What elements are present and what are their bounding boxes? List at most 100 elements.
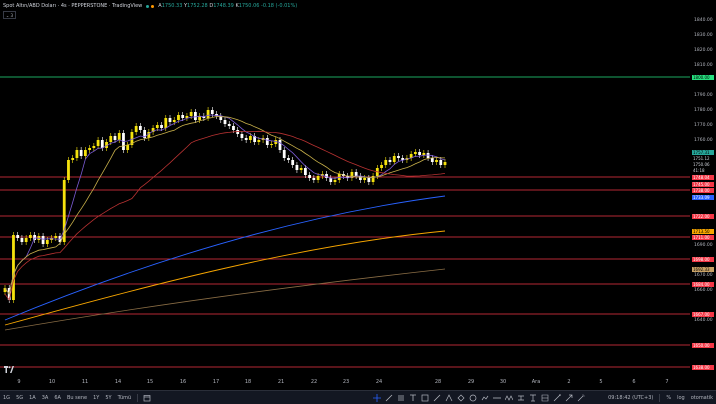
candle-body: [265, 138, 269, 145]
fib-retracement-icon[interactable]: [397, 393, 406, 402]
toolbar-divider: [659, 393, 661, 402]
date-range-group: 1G 5G 1A 3A 6A Bu sene 1Y 5Y Tümü: [0, 395, 134, 401]
price-level-label: 1692.33: [692, 266, 714, 272]
time-tick-label: 30: [499, 379, 507, 385]
price-level-label: 1711.00: [692, 234, 714, 240]
range-button-bu-sene[interactable]: Bu sene: [64, 395, 90, 401]
candle-body: [109, 136, 113, 142]
candle-body: [113, 136, 117, 140]
time-axis[interactable]: 9 10 11 14 15 16 17 18 21 22 23 24 28 29 30 Ara 2 5 6 7: [0, 378, 690, 390]
range-button-1y[interactable]: 1Y: [90, 395, 102, 401]
range-button-5y[interactable]: 5Y: [102, 395, 114, 401]
candle-body: [388, 160, 392, 162]
clock-time[interactable]: 09:18:42 (UTC+3): [605, 395, 656, 401]
candle-body: [384, 160, 388, 165]
candle-body: [380, 165, 383, 168]
candle-body: [354, 172, 358, 176]
candle-body: [278, 140, 282, 150]
candle-body: [134, 126, 138, 132]
candle-body: [126, 145, 130, 150]
candle-body: [75, 150, 79, 158]
range-button-1g[interactable]: 1G: [0, 395, 13, 401]
symbol-title[interactable]: Spot Altın/ABD Doları · 4s · PEPPERSTONE…: [3, 3, 142, 9]
measure-icon[interactable]: [517, 393, 526, 402]
zigzag-icon[interactable]: [505, 393, 514, 402]
candle-body: [92, 146, 96, 148]
time-tick-label: 16: [179, 379, 187, 385]
chart-pane[interactable]: Spot Altın/ABD Doları · 4s · PEPPERSTONE…: [0, 0, 690, 378]
candle-body: [88, 148, 92, 150]
candle-body: [232, 126, 235, 130]
auto-scale-button[interactable]: otomatik: [688, 395, 716, 401]
circle-icon[interactable]: [469, 393, 478, 402]
candle-body: [299, 168, 303, 170]
range-button-1a[interactable]: 1A: [26, 395, 39, 401]
magic-wand-icon[interactable]: [577, 393, 586, 402]
price-level-label: 41:18: [692, 167, 714, 173]
data-status-icon: [151, 4, 155, 8]
time-tick-label: 17: [212, 379, 220, 385]
long-position-icon[interactable]: [541, 393, 550, 402]
price-level-label: 1733.09: [692, 194, 714, 200]
text-tool-icon[interactable]: [409, 393, 418, 402]
price-level-label: 1713.50: [692, 228, 714, 234]
candle-body: [257, 140, 261, 142]
price-level-label: 1800.00: [692, 74, 714, 80]
candle-body: [240, 134, 244, 138]
range-button-6a[interactable]: 6A: [51, 395, 64, 401]
price-level-label: 1667.00: [692, 311, 714, 317]
calendar-icon[interactable]: [143, 393, 152, 402]
price-level-label: 1751.12: [692, 155, 714, 161]
time-tick-label: 24: [375, 379, 383, 385]
toolbar-right-group: 09:18:42 (UTC+3) % log otomatik: [605, 393, 716, 402]
candle-body: [24, 238, 28, 242]
candle-body: [439, 160, 443, 165]
range-button-3a[interactable]: 3A: [39, 395, 52, 401]
arrow-icon[interactable]: [565, 393, 574, 402]
text-note-icon[interactable]: [529, 393, 538, 402]
price-tick-label: 1790.00: [694, 93, 713, 98]
moving-average-line: [4, 195, 446, 321]
horizontal-line-icon[interactable]: [493, 393, 502, 402]
tradingview-logo-icon[interactable]: [4, 366, 14, 373]
candle-body: [181, 115, 185, 118]
candle-body: [367, 178, 371, 182]
candle-body: [270, 144, 273, 145]
price-axis[interactable]: 1840.00 1830.00 1820.00 1810.00 1790.00 1780.…: [690, 0, 716, 378]
candle-body: [79, 150, 83, 156]
candle-body: [168, 118, 172, 122]
candle-body: [392, 156, 396, 162]
path-icon[interactable]: [481, 393, 490, 402]
range-button-tümü[interactable]: Tümü: [115, 395, 135, 401]
range-button-5g[interactable]: 5G: [13, 395, 26, 401]
crosshair-icon[interactable]: [373, 393, 382, 402]
forecast-icon[interactable]: [553, 393, 562, 402]
candle-body: [397, 156, 400, 158]
time-tick-label: 10: [48, 379, 56, 385]
price-tick-label: 1840.00: [694, 18, 713, 23]
candle-body: [443, 162, 447, 165]
ohlc-values: A1750.33 Y1752.28 D1748.39 K1750.06 -0.1…: [158, 3, 298, 9]
candle-body: [16, 235, 20, 238]
candle-body: [291, 160, 295, 165]
candle-body: [333, 180, 337, 182]
candle-body: [54, 236, 58, 238]
diamond-icon[interactable]: [457, 393, 466, 402]
rectangle-icon[interactable]: [421, 393, 430, 402]
candlestick-chart[interactable]: [0, 0, 690, 378]
brush-icon[interactable]: [433, 393, 442, 402]
price-level-label: 1650.00: [692, 342, 714, 348]
percent-scale-button[interactable]: %: [663, 395, 674, 401]
time-tick-label: 28: [434, 379, 442, 385]
moving-average-line: [4, 230, 446, 326]
time-tick-label: 15: [146, 379, 154, 385]
trend-line-icon[interactable]: [385, 393, 394, 402]
log-scale-button[interactable]: log: [674, 395, 688, 401]
indicators-collapse-button[interactable]: ⌄ 3: [3, 11, 16, 19]
time-tick-label: 21: [277, 379, 285, 385]
time-tick-label: 2: [567, 379, 571, 385]
price-tick-label: 1810.00: [694, 63, 713, 68]
pitchfork-icon[interactable]: [445, 393, 454, 402]
time-tick-label: 22: [310, 379, 318, 385]
price-level-label: 1638.00: [692, 364, 714, 370]
